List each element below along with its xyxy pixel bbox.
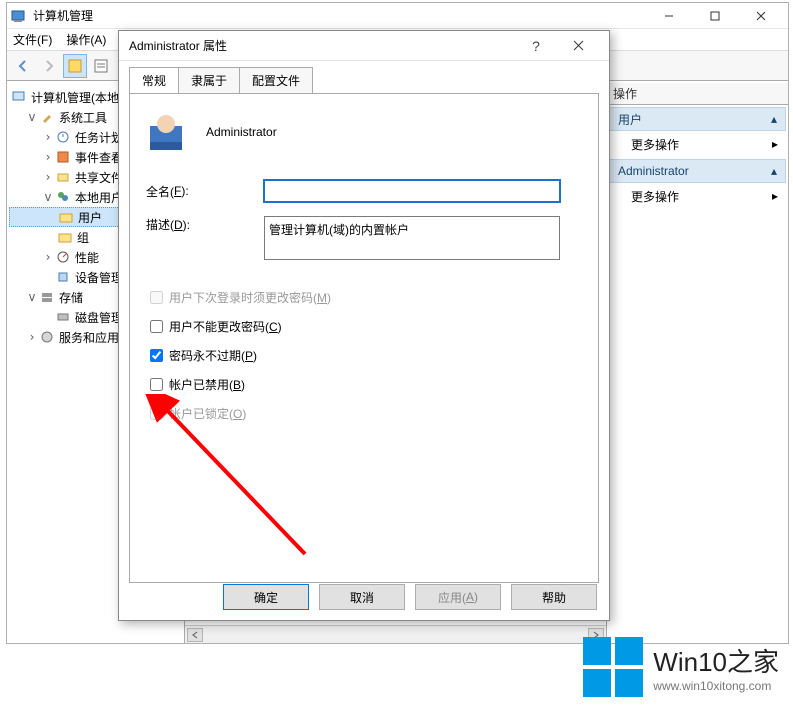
checkbox-password-never-expires[interactable]	[150, 349, 163, 362]
link-label: 更多操作	[631, 136, 679, 153]
checkbox-account-locked-row: 帐户已锁定(O)	[146, 404, 582, 423]
share-icon	[55, 169, 71, 185]
collapse-triangle-icon: ▴	[771, 164, 777, 178]
toolbar-forward-icon[interactable]	[37, 54, 61, 78]
user-icon	[146, 112, 186, 152]
expand-icon[interactable]: ›	[41, 170, 55, 184]
expand-icon[interactable]: ›	[41, 130, 55, 144]
username-label: Administrator	[206, 125, 277, 139]
menu-action[interactable]: 操作(A)	[66, 31, 106, 48]
wrench-icon	[39, 109, 55, 125]
watermark-title: Win10之家	[653, 642, 779, 679]
tab-profile[interactable]: 配置文件	[239, 67, 313, 93]
chevron-right-icon: ▸	[772, 137, 778, 151]
scroll-left-icon[interactable]	[187, 628, 203, 642]
minimize-button[interactable]	[646, 4, 692, 27]
fullname-input[interactable]	[264, 180, 560, 202]
mgmt-app-icon	[11, 8, 27, 24]
checkbox-must-change-password-row: 用户下次登录时须更改密码(M)	[146, 288, 582, 307]
checkbox-account-locked	[150, 407, 163, 420]
tree-label: 计算机管理(本地)	[31, 89, 123, 106]
checkbox-must-change-password	[150, 291, 163, 304]
collapse-icon[interactable]: v	[25, 290, 39, 304]
tree-label: 磁盘管理	[75, 309, 123, 326]
dialog-title: Administrator 属性	[129, 37, 227, 54]
help-button[interactable]: ?	[515, 33, 557, 59]
toolbar-properties-icon[interactable]	[89, 54, 113, 78]
watermark-url: www.win10xitong.com	[653, 679, 779, 693]
folder-icon	[57, 229, 73, 245]
checkbox-account-disabled-row: 帐户已禁用(B)	[146, 375, 582, 394]
apply-button[interactable]: 应用(A)	[415, 584, 501, 610]
event-icon	[55, 149, 71, 165]
chevron-right-icon: ▸	[772, 189, 778, 203]
actions-group-administrator[interactable]: Administrator ▴	[609, 159, 786, 183]
dialog-tabs: 常规 隶属于 配置文件	[129, 67, 599, 93]
tab-general[interactable]: 常规	[129, 67, 179, 93]
checkbox-account-disabled[interactable]	[150, 378, 163, 391]
checkbox-cannot-change-password[interactable]	[150, 320, 163, 333]
expand-icon[interactable]: ›	[41, 250, 55, 264]
tab-member-of[interactable]: 隶属于	[178, 67, 240, 93]
description-input[interactable]	[264, 216, 560, 260]
window-sys-buttons	[646, 4, 784, 27]
description-label: 描述(D):	[146, 216, 264, 233]
help-dialog-button[interactable]: 帮助	[511, 584, 597, 610]
mgmt-title-text: 计算机管理	[33, 7, 93, 24]
collapse-triangle-icon: ▴	[771, 112, 777, 126]
maximize-button[interactable]	[692, 4, 738, 27]
tree-label: 系统工具	[59, 109, 107, 126]
actions-group-users[interactable]: 用户 ▴	[609, 107, 786, 131]
fullname-label: 全名(F):	[146, 183, 264, 200]
toolbar-highlight-icon[interactable]	[63, 54, 87, 78]
actions-more-admin[interactable]: 更多操作 ▸	[609, 183, 786, 209]
folder-icon	[58, 209, 74, 225]
horizontal-scrollbar[interactable]	[185, 625, 606, 643]
services-icon	[39, 329, 55, 345]
group-label: 用户	[618, 111, 642, 128]
tree-label: 性能	[75, 249, 99, 266]
expand-icon[interactable]: ›	[25, 330, 39, 344]
perf-icon	[55, 249, 71, 265]
device-icon	[55, 269, 71, 285]
tree-label: 组	[77, 229, 89, 246]
watermark: Win10之家 www.win10xitong.com	[583, 637, 779, 697]
collapse-icon[interactable]: v	[25, 110, 39, 124]
collapse-icon[interactable]: v	[41, 190, 55, 204]
storage-icon	[39, 289, 55, 305]
toolbar-back-icon[interactable]	[11, 54, 35, 78]
users-icon	[55, 189, 71, 205]
computer-icon	[11, 89, 27, 105]
cancel-button[interactable]: 取消	[319, 584, 405, 610]
clock-icon	[55, 129, 71, 145]
expand-icon[interactable]: ›	[41, 150, 55, 164]
checkbox-cannot-change-password-row: 用户不能更改密码(C)	[146, 317, 582, 336]
dialog-button-row: 确定 取消 应用(A) 帮助	[119, 584, 609, 610]
dialog-titlebar: Administrator 属性 ?	[119, 31, 609, 61]
ok-button[interactable]: 确定	[223, 584, 309, 610]
group-label: Administrator	[618, 164, 689, 178]
disk-icon	[55, 309, 71, 325]
menu-file[interactable]: 文件(F)	[13, 31, 52, 48]
checkbox-password-never-expires-row: 密码永不过期(P)	[146, 346, 582, 365]
tree-label: 存储	[59, 289, 83, 306]
close-button[interactable]	[557, 33, 599, 59]
tab-general-panel: Administrator 全名(F): 描述(D): 用户下次登录时须更改密码…	[129, 93, 599, 583]
mgmt-titlebar: 计算机管理	[7, 3, 788, 29]
tree-label: 用户	[78, 209, 102, 226]
actions-more-users[interactable]: 更多操作 ▸	[609, 131, 786, 157]
close-button[interactable]	[738, 4, 784, 27]
actions-header: 操作	[607, 83, 788, 105]
link-label: 更多操作	[631, 188, 679, 205]
actions-pane: 操作 用户 ▴ 更多操作 ▸ Administrator ▴ 更多操作 ▸	[607, 83, 788, 643]
administrator-properties-dialog: Administrator 属性 ? 常规 隶属于 配置文件 Administr…	[118, 30, 610, 621]
windows-logo-icon	[583, 637, 643, 697]
